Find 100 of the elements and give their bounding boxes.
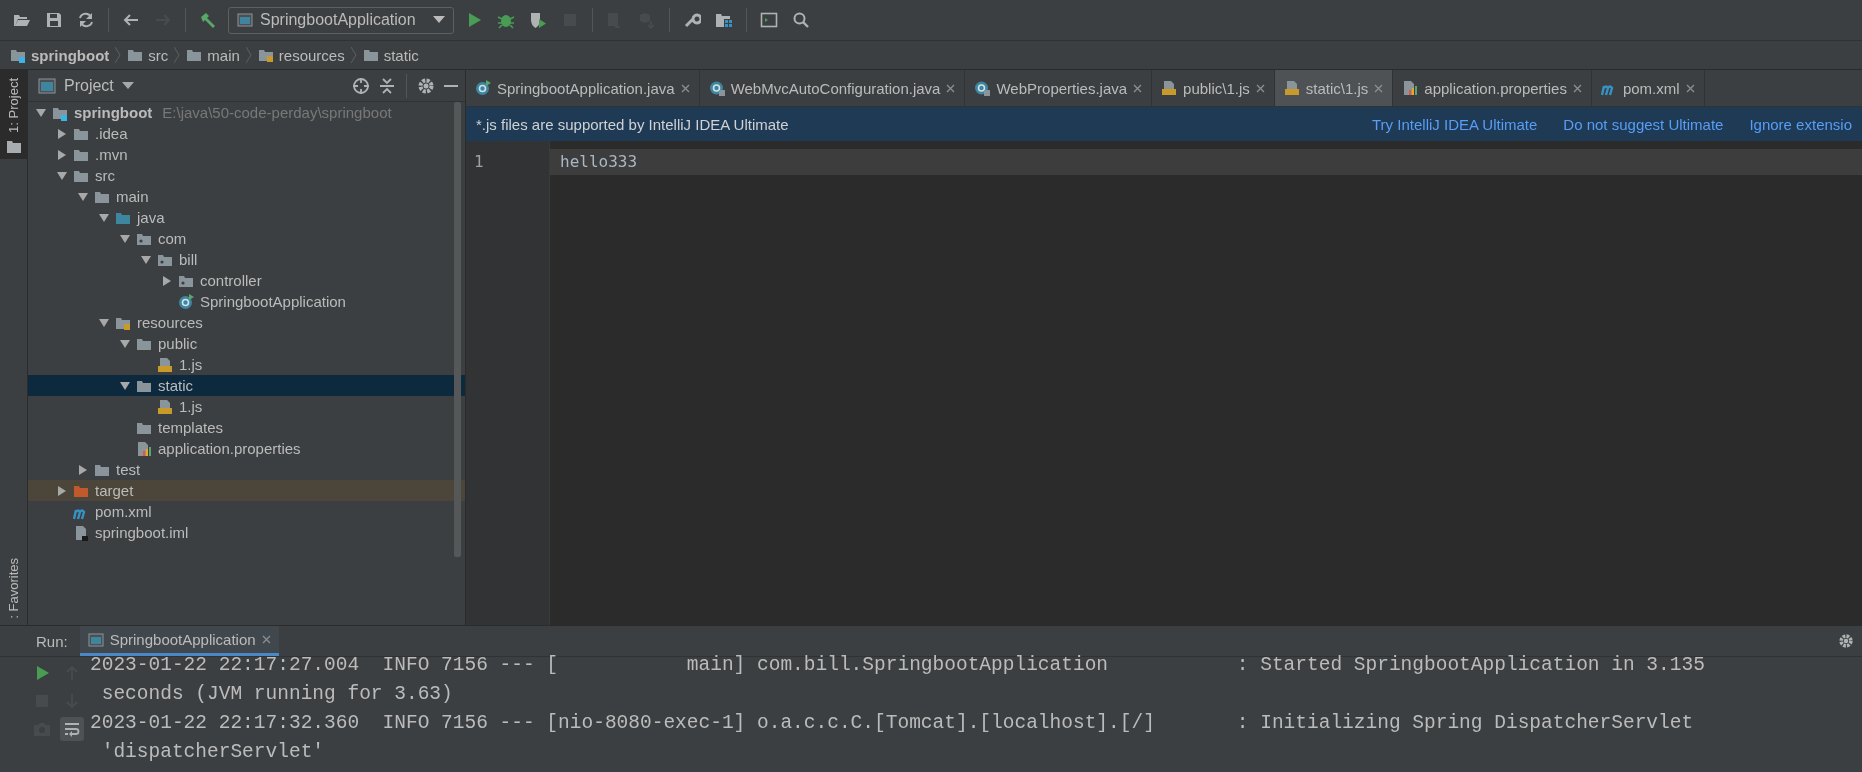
tree-item[interactable]: test <box>28 459 465 480</box>
expanded-arrow-icon[interactable] <box>120 380 130 391</box>
caret-icon <box>432 16 445 24</box>
resources-folder-icon <box>257 47 274 63</box>
notification-link[interactable]: Do not suggest Ultimate <box>1563 115 1724 133</box>
line-number: 1 <box>473 151 485 173</box>
tree-item[interactable]: target <box>28 480 465 501</box>
editor-tab[interactable]: SpringbootApplication.java <box>466 70 700 106</box>
crosshair-icon[interactable] <box>352 76 370 95</box>
expanded-arrow-icon[interactable] <box>78 191 88 202</box>
expanded-arrow-icon[interactable] <box>36 107 46 118</box>
run-configuration-dropdown[interactable]: SpringbootApplication <box>228 6 454 34</box>
tree-item[interactable]: java <box>28 207 465 228</box>
window-icon <box>38 77 56 94</box>
wrap-lines-icon[interactable] <box>60 717 84 741</box>
close-icon[interactable] <box>946 83 956 93</box>
close-icon[interactable] <box>680 83 690 93</box>
collapsed-arrow-icon[interactable] <box>162 275 172 286</box>
editor-tab[interactable]: WebProperties.java <box>965 70 1153 106</box>
tree-item[interactable]: main <box>28 186 465 207</box>
chevron-icon <box>350 46 357 64</box>
folder-icon <box>127 47 144 63</box>
collapsed-arrow-icon[interactable] <box>57 485 67 496</box>
folder-icon <box>6 140 21 153</box>
caret-icon[interactable] <box>121 81 134 90</box>
chevron-icon <box>115 46 122 64</box>
chevron-icon <box>245 46 252 64</box>
log-line: 2023-01-22 22:17:32.360 INFO 7156 --- [nio-8080-exec-1] o.a.c.c.C.[Tomcat].[localhost].[/] : Initializing Spring DispatcherServlet <box>90 711 1695 736</box>
close-icon[interactable] <box>1133 83 1143 93</box>
chevron-icon <box>174 46 181 64</box>
close-icon[interactable] <box>1685 83 1695 93</box>
notification-link[interactable]: Try IntelliJ IDEA Ultimate <box>1372 115 1538 133</box>
collapsed-arrow-icon[interactable] <box>57 149 67 160</box>
editor-tab[interactable]: application.properties <box>1393 70 1592 106</box>
breadcrumb-item[interactable]: main <box>186 46 240 64</box>
tool-window-tab[interactable]: 1: Project <box>0 70 27 159</box>
class-icon <box>708 80 725 96</box>
tree-item[interactable]: springboot.iml <box>28 522 465 543</box>
tree-item[interactable]: com <box>28 228 465 249</box>
breadcrumb-item[interactable]: springboot <box>10 46 110 64</box>
tree-item[interactable]: templates <box>28 417 465 438</box>
script-file-icon <box>157 356 173 373</box>
breadcrumb-item[interactable]: resources <box>257 46 345 64</box>
run-label: Run: <box>36 632 68 650</box>
collapse-all-icon[interactable] <box>378 76 396 95</box>
log-line: 'dispatcherServlet' <box>100 740 326 765</box>
settings-icon[interactable] <box>1838 633 1854 649</box>
close-icon[interactable] <box>1255 83 1265 93</box>
tree-item[interactable]: springboot E:\java\50-code-perday\springboot <box>28 102 465 123</box>
script-file-icon <box>1283 80 1300 96</box>
expanded-arrow-icon[interactable] <box>141 254 151 265</box>
editor-tab[interactable]: static\1.js <box>1274 70 1394 106</box>
expanded-arrow-icon[interactable] <box>120 338 130 349</box>
breadcrumb-item[interactable]: src <box>127 46 169 64</box>
class-icon <box>178 293 194 310</box>
notification-link[interactable]: Ignore extensio <box>1749 115 1852 133</box>
collapsed-arrow-icon[interactable] <box>78 464 88 475</box>
properties-file-icon <box>1402 80 1419 96</box>
scrollbar[interactable] <box>454 102 461 557</box>
tree-item[interactable]: controller <box>28 270 465 291</box>
tree-item[interactable]: src <box>28 165 465 186</box>
folder-icon <box>186 47 203 63</box>
run-tab[interactable]: SpringbootApplication <box>79 626 279 656</box>
script-file-icon <box>157 398 173 415</box>
favorites-tab[interactable]: : Favorites <box>0 550 27 625</box>
window-icon <box>237 13 253 27</box>
tree-item[interactable]: 1.js <box>28 354 465 375</box>
tree-item[interactable]: public <box>28 333 465 354</box>
properties-file-icon <box>136 440 152 457</box>
class-icon <box>475 80 491 96</box>
notification-text: *.js files are supported by IntelliJ IDEA Ultimate <box>476 115 790 133</box>
expanded-arrow-icon[interactable] <box>57 170 67 181</box>
tree-item[interactable]: SpringbootApplication <box>28 291 465 312</box>
tree-item[interactable]: .idea <box>28 123 465 144</box>
tree-item[interactable]: bill <box>28 249 465 270</box>
tree-item[interactable]: static <box>28 375 465 396</box>
close-icon[interactable] <box>261 635 271 644</box>
expanded-arrow-icon[interactable] <box>99 212 109 223</box>
script-file-icon <box>1161 80 1178 96</box>
expanded-arrow-icon[interactable] <box>120 233 130 244</box>
close-icon[interactable] <box>1572 83 1582 93</box>
collapsed-arrow-icon[interactable] <box>57 128 67 139</box>
tree-item[interactable]: .mvn <box>28 144 465 165</box>
module-folder-icon <box>10 47 26 63</box>
log-line: 2023-01-22 22:17:27.004 INFO 7156 --- [ main] com.bill.SpringbootApplication : Started SpringbootApplication in 3.135 <box>90 653 1706 678</box>
tree-item[interactable]: pom.xml <box>28 501 465 522</box>
expanded-arrow-icon[interactable] <box>99 317 109 328</box>
tree-item[interactable]: application.properties <box>28 438 465 459</box>
breadcrumb-item[interactable]: static <box>362 46 419 64</box>
close-icon[interactable] <box>1374 83 1384 93</box>
editor-tab[interactable]: pom.xml <box>1591 70 1705 106</box>
log-line: seconds (JVM running for 3.63) <box>100 682 454 707</box>
panel-title[interactable]: Project <box>64 76 114 95</box>
tree-item[interactable]: resources <box>28 312 465 333</box>
editor-tab[interactable]: WebMvcAutoConfiguration.java <box>699 70 966 106</box>
folder-icon <box>362 47 379 63</box>
module-file-icon <box>73 524 89 541</box>
tree-item[interactable]: 1.js <box>28 396 465 417</box>
editor-tab[interactable]: public\1.js <box>1152 70 1275 106</box>
settings-icon[interactable] <box>417 76 435 95</box>
